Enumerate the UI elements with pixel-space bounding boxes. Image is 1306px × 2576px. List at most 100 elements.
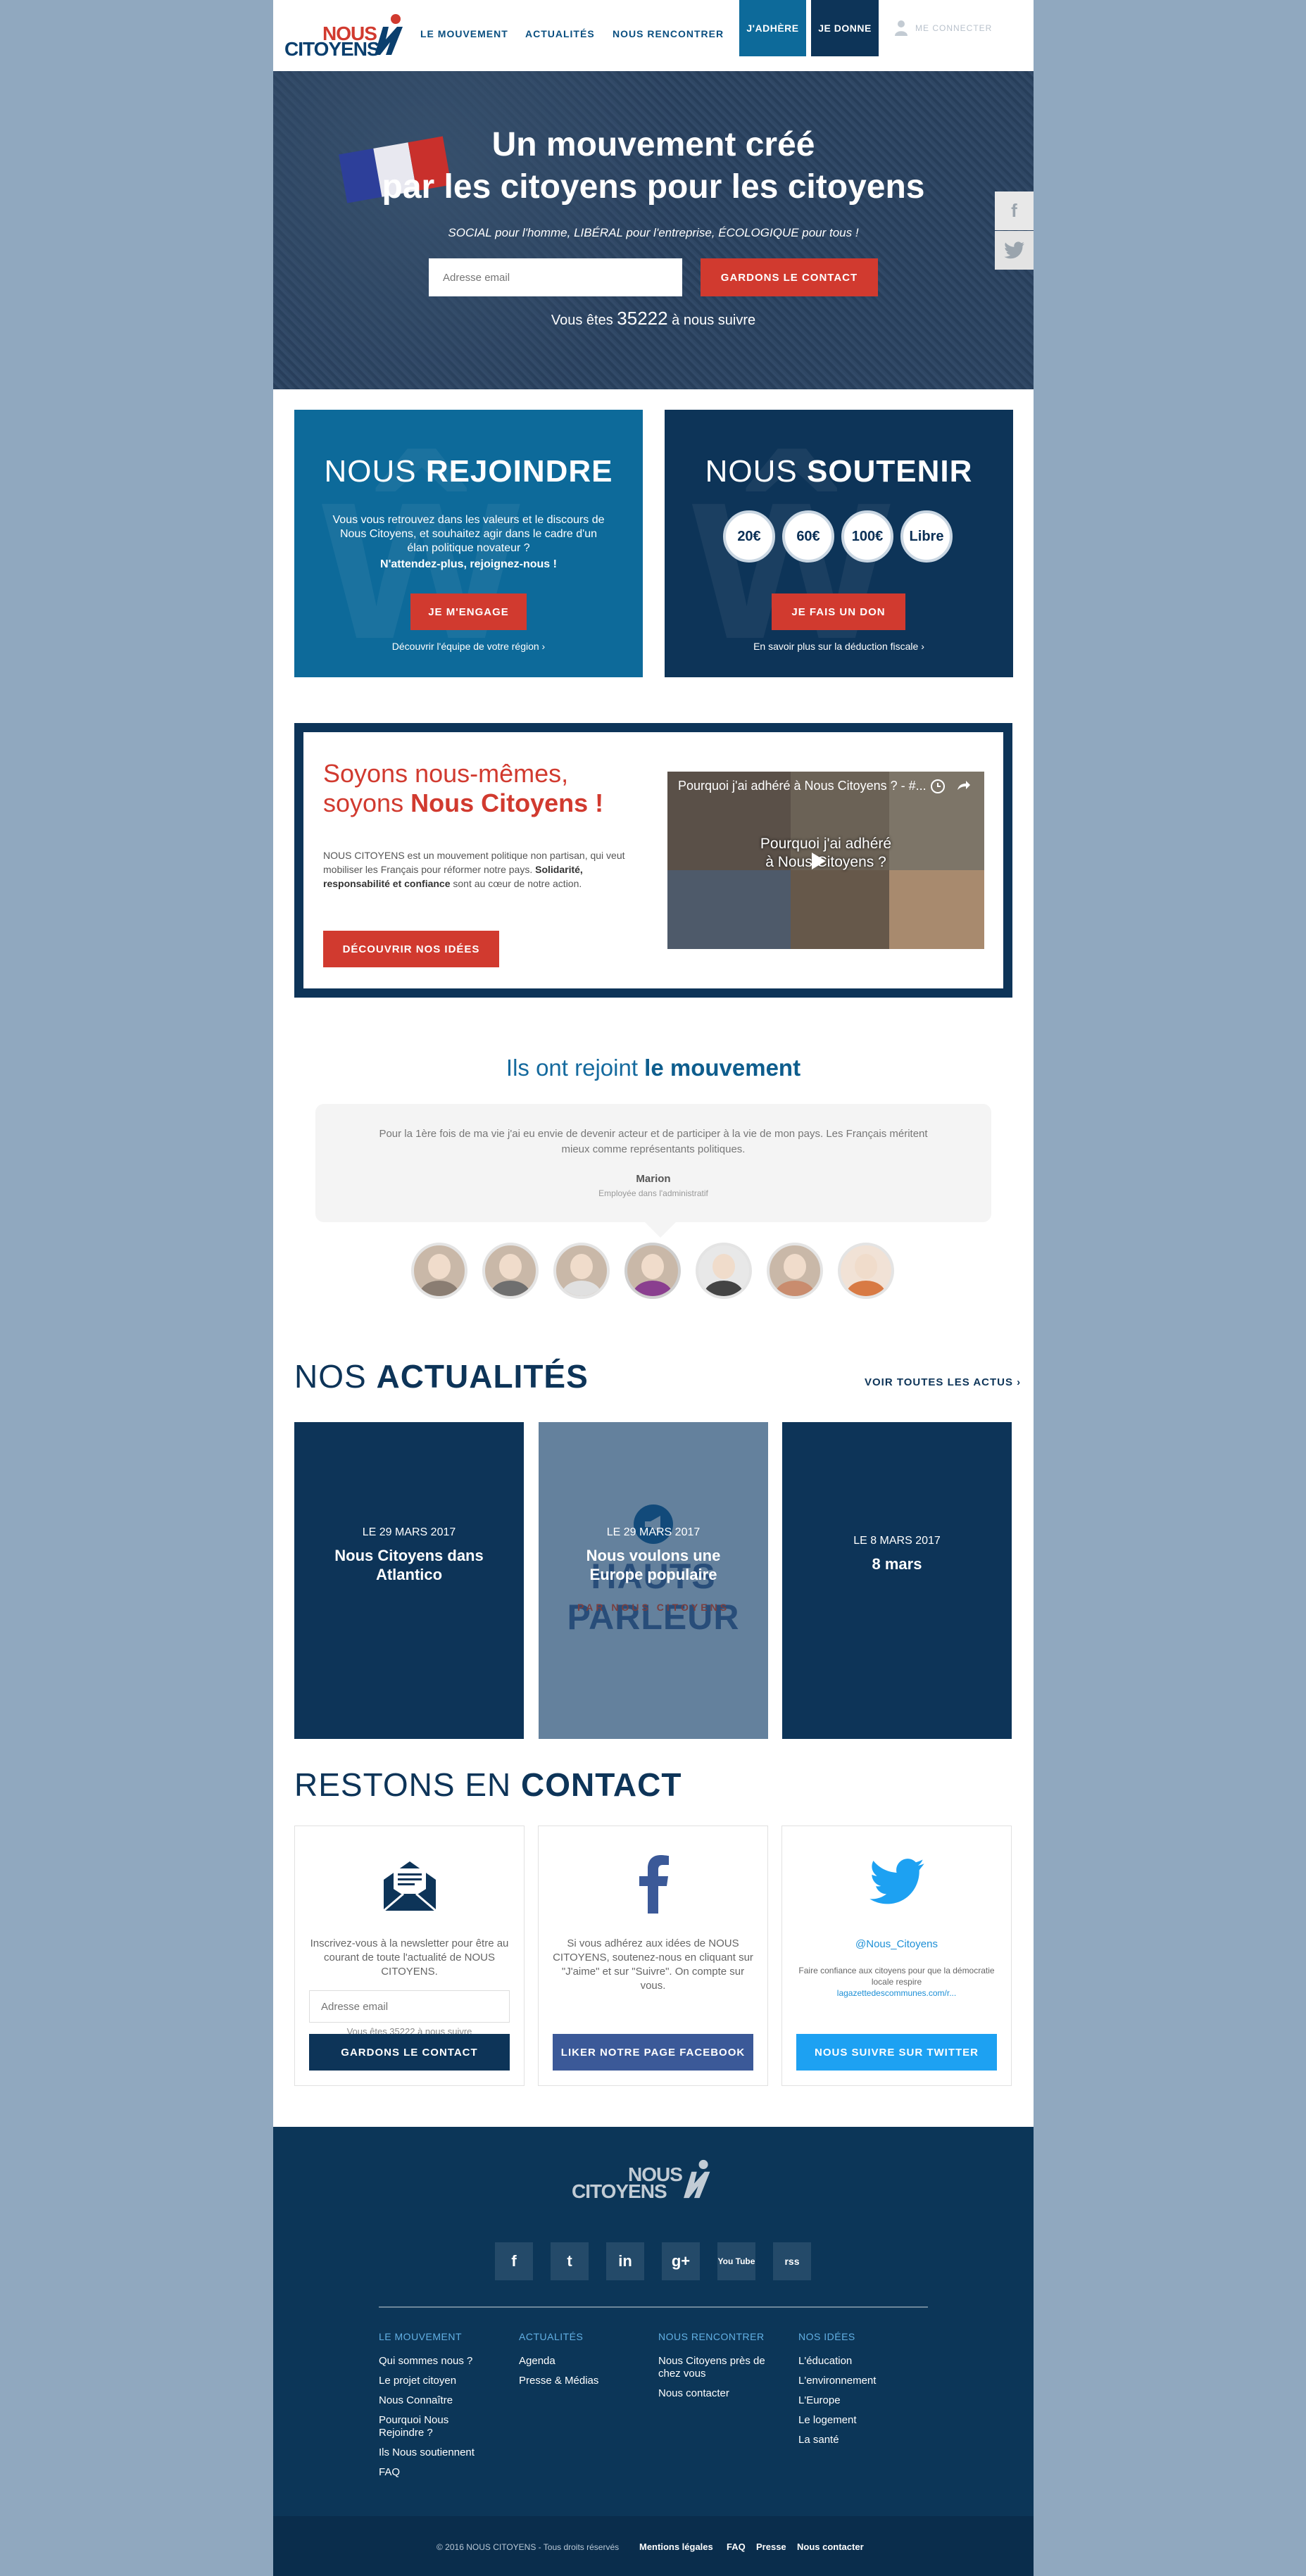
nav-link-rencontrer[interactable]: NOUS RENCONTRER <box>613 28 724 39</box>
footer-rss-icon[interactable]: rss <box>773 2242 811 2280</box>
region-team-link[interactable]: Découvrir l'équipe de votre région › <box>294 641 643 652</box>
news-card-3[interactable]: LE 8 MARS 2017 8 mars <box>782 1422 1012 1739</box>
footer-linkedin-icon[interactable]: in <box>606 2242 644 2280</box>
hero-banner: Un mouvement créé par les citoyens pour … <box>273 71 1034 389</box>
footer-googleplus-icon[interactable]: g+ <box>662 2242 700 2280</box>
testimonial-role: Employée dans l'administratif <box>598 1188 708 1198</box>
copyright: © 2016 NOUS CITOYENS - Tous droits réser… <box>437 2542 620 2552</box>
follower-count-suffix: à nous suivre <box>672 313 756 328</box>
news-title-light: NOS <box>294 1358 367 1395</box>
join-text: Vous vous retrouvez dans les valeurs et … <box>332 514 605 554</box>
support-title: NOUS SOUTENIR <box>665 454 1013 489</box>
footer-link[interactable]: Agenda <box>519 2355 646 2368</box>
footer-link[interactable]: Le projet citoyen <box>379 2375 506 2387</box>
amount-60[interactable]: 60€ <box>782 510 834 563</box>
play-icon[interactable] <box>812 853 826 869</box>
amount-100[interactable]: 100€ <box>841 510 893 563</box>
twitter-tweet-link[interactable]: lagazettedescommunes.com/r... <box>796 1987 997 1999</box>
see-all-news-link[interactable]: VOIR TOUTES LES ACTUS › <box>865 1376 1021 1388</box>
footer-facebook-icon[interactable]: f <box>495 2242 533 2280</box>
legal-link[interactable]: Mentions légales <box>639 2542 713 2552</box>
support-title-bold: SOUTENIR <box>807 454 973 489</box>
testimonial-quote: Pour la 1ère fois de ma vie j'ai eu envi… <box>315 1104 991 1238</box>
hero-email-input[interactable] <box>429 258 682 296</box>
twitter-bird-icon <box>1003 241 1024 258</box>
twitter-icon <box>869 1859 924 1904</box>
share-twitter-icon[interactable]: t <box>995 231 1034 270</box>
footer-link[interactable]: Qui sommes nous ? <box>379 2355 506 2368</box>
intro-text: NOUS CITOYENS est un mouvement politique… <box>323 848 643 891</box>
press-link[interactable]: Presse <box>756 2542 786 2552</box>
logo-figure-icon <box>375 14 403 55</box>
donate-button[interactable]: JE DONNE <box>811 0 879 56</box>
avatar-2[interactable] <box>482 1243 539 1299</box>
adhere-button[interactable]: J'ADHÈRE <box>739 0 806 56</box>
tax-deduction-link[interactable]: En savoir plus sur la déduction fiscale … <box>665 641 1013 652</box>
footer-link[interactable]: Ils Nous soutiennent <box>379 2446 506 2459</box>
avatar-5[interactable] <box>696 1243 752 1299</box>
support-title-light: NOUS <box>705 454 798 489</box>
intro-box: Soyons nous-mêmes, soyons Nous Citoyens … <box>294 723 1012 998</box>
news-title: NOS ACTUALITÉS <box>294 1357 589 1395</box>
amount-20[interactable]: 20€ <box>723 510 775 563</box>
twitter-follow-button[interactable]: NOUS SUIVRE SUR TWITTER <box>796 2034 997 2071</box>
avatar-3[interactable] <box>553 1243 610 1299</box>
envelope-icon <box>383 1861 437 1912</box>
footer: NOUS CITOYENS f t in g+ You Tube rss LE … <box>273 2127 1034 2516</box>
newsletter-email-input[interactable] <box>309 1990 510 2023</box>
faq-link[interactable]: FAQ <box>727 2542 746 2552</box>
video-clock-share-icon[interactable] <box>929 777 972 796</box>
share-facebook-icon[interactable]: f <box>995 191 1034 230</box>
discover-ideas-button[interactable]: DÉCOUVRIR NOS IDÉES <box>323 931 499 967</box>
footer-link[interactable]: Le logement <box>798 2414 925 2427</box>
testimonials-title-bold: le mouvement <box>644 1055 801 1081</box>
footer-divider <box>379 2306 928 2308</box>
news-card-1[interactable]: LE 29 MARS 2017 Nous Citoyens dans Atlan… <box>294 1422 524 1739</box>
engage-button[interactable]: JE M'ENGAGE <box>410 593 527 630</box>
footer-link[interactable]: L'Europe <box>798 2394 925 2407</box>
contact-title-light: RESTONS EN <box>294 1766 512 1803</box>
footer-link[interactable]: Pourquoi Nous Rejoindre ? <box>379 2414 470 2439</box>
footer-link[interactable]: Nous Connaître <box>379 2394 506 2407</box>
footer-link[interactable]: L'environnement <box>798 2375 925 2387</box>
footer-link[interactable]: Nous Citoyens près de chez vous <box>658 2355 781 2380</box>
testimonial-name: Marion <box>636 1173 671 1185</box>
amount-free[interactable]: Libre <box>900 510 953 563</box>
avatar-7[interactable] <box>838 1243 894 1299</box>
hero-title-line1: Un mouvement créé <box>491 126 815 163</box>
video-overlay-line2: à Nous Citoyens ? <box>765 854 886 870</box>
intro-title-line2-light: soyons <box>323 788 404 817</box>
footer-link[interactable]: La santé <box>798 2434 925 2446</box>
nav-link-mouvement[interactable]: LE MOUVEMENT <box>420 28 508 39</box>
support-card: ŵ NOUS SOUTENIR 20€ 60€ 100€ Libre JE FA… <box>665 410 1013 677</box>
avatar-1[interactable] <box>411 1243 467 1299</box>
join-title-bold: REJOINDRE <box>425 454 613 489</box>
footer-twitter-icon[interactable]: t <box>551 2242 589 2280</box>
join-title: NOUS REJOINDRE <box>294 454 643 489</box>
follower-count: Vous êtes 35222 à nous suivre <box>273 308 1034 329</box>
newsletter-button[interactable]: GARDONS LE CONTACT <box>309 2034 510 2071</box>
join-emphasis: N'attendez-plus, rejoignez-nous ! <box>380 558 557 570</box>
footer-link[interactable]: Nous contacter <box>658 2387 785 2400</box>
twitter-handle[interactable]: @Nous_Citoyens <box>796 1937 997 1952</box>
footer-link[interactable]: FAQ <box>379 2466 506 2479</box>
footer-link[interactable]: Presse & Médias <box>519 2375 646 2387</box>
contact-link[interactable]: Nous contacter <box>797 2542 864 2552</box>
intro-title: Soyons nous-mêmes, soyons Nous Citoyens … <box>323 759 603 818</box>
login-link[interactable]: ME CONNECTER <box>894 20 992 37</box>
news-card-2-title: Nous voulons une Europe populaire <box>586 1547 721 1583</box>
video-player[interactable]: Pourquoi j'ai adhéré à Nous Citoyens ? -… <box>667 772 984 949</box>
footer-link[interactable]: L'éducation <box>798 2355 925 2368</box>
footer-col-actualites: ACTUALITÉS Agenda Presse & Médias <box>519 2331 646 2394</box>
avatar-6[interactable] <box>767 1243 823 1299</box>
video-frame-6 <box>889 870 984 949</box>
facebook-like-button[interactable]: LIKER NOTRE PAGE FACEBOOK <box>553 2034 753 2071</box>
footer-youtube-icon[interactable]: You Tube <box>717 2242 755 2280</box>
news-card-2[interactable]: HAUTS PARLEUR PAR NOUS CITOYENS LE 29 MA… <box>539 1422 768 1739</box>
nav-link-actualites[interactable]: ACTUALITÉS <box>525 28 595 39</box>
news-card-1-title: Nous Citoyens dans Atlantico <box>334 1547 484 1583</box>
hero-keep-contact-button[interactable]: GARDONS LE CONTACT <box>701 258 878 296</box>
donate-card-button[interactable]: JE FAIS UN DON <box>772 593 905 630</box>
avatar-4-active[interactable] <box>624 1243 681 1299</box>
facebook-icon <box>639 1855 669 1914</box>
